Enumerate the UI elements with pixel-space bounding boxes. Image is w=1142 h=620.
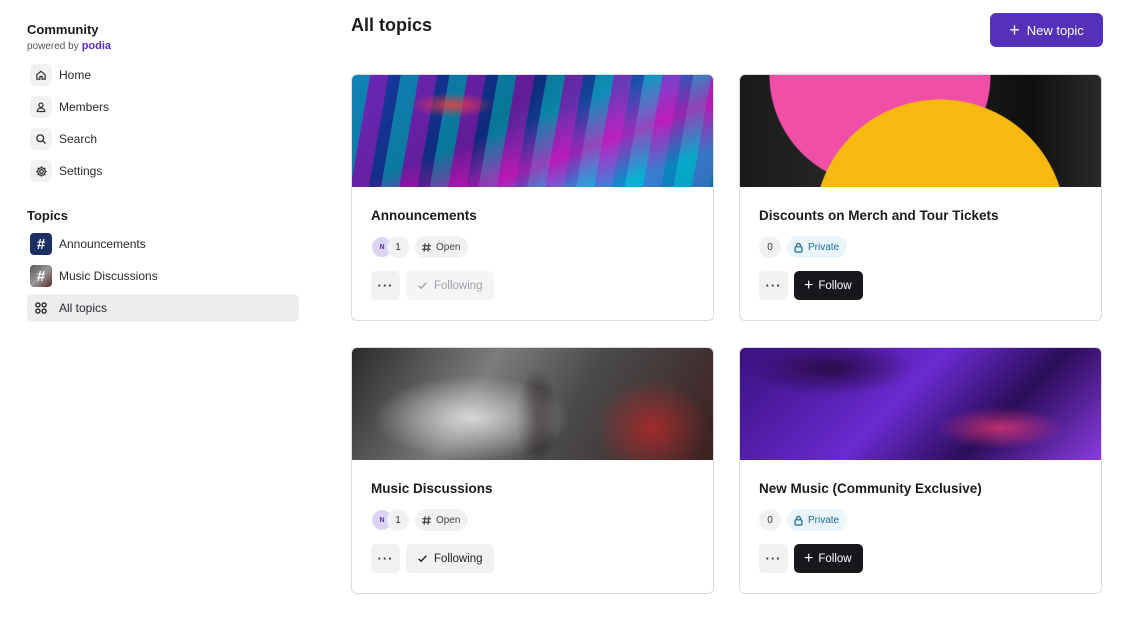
podia-logo[interactable]: podia (82, 40, 111, 52)
member-count: 0 (759, 236, 781, 258)
powered-by: powered by podia (27, 40, 299, 52)
topic-name[interactable]: New Music (Community Exclusive) (759, 481, 982, 496)
sidebar-topic-all-topics[interactable]: All topics (27, 294, 299, 322)
topic-card[interactable]: Announcements N 1 Open ··· Following (351, 74, 714, 321)
member-avatars: N 1 (371, 236, 409, 258)
plus-icon: + (804, 276, 814, 294)
new-topic-label: New topic (1026, 22, 1084, 38)
more-options-button[interactable]: ··· (759, 271, 788, 300)
check-icon (418, 282, 427, 290)
follow-label: Following (434, 279, 483, 292)
topic-card[interactable]: Music Discussions N 1 Open ··· Following (351, 347, 714, 594)
nav-item-search[interactable]: Search (27, 125, 299, 153)
nav-item-label: Settings (59, 164, 103, 178)
gear-icon (30, 160, 52, 182)
home-icon (30, 64, 52, 86)
topic-actions: ··· Following (371, 544, 494, 573)
check-icon (418, 555, 427, 563)
follow-label: Follow (818, 279, 852, 292)
hash-icon: # (30, 265, 52, 287)
plus-icon: + (1009, 20, 1020, 40)
topic-meta: N 1 Open (371, 509, 469, 531)
nav-item-label: Search (59, 132, 98, 146)
community-title: Community (27, 22, 99, 37)
topic-meta: 0 Private (759, 236, 848, 258)
member-count: 0 (759, 509, 781, 531)
topic-cover-image (352, 348, 713, 460)
more-options-button[interactable]: ··· (371, 271, 400, 300)
more-options-button[interactable]: ··· (371, 544, 400, 573)
sidebar-topic-music-discussions[interactable]: # Music Discussions (27, 262, 299, 290)
follow-label: Following (434, 552, 483, 565)
member-count: 1 (387, 236, 409, 258)
visibility-badge: Open (415, 236, 469, 258)
visibility-badge: Private (787, 236, 848, 258)
lock-icon (794, 515, 803, 526)
member-avatars: N 1 (371, 509, 409, 531)
lock-icon (794, 242, 803, 253)
topic-cover-image (740, 348, 1101, 460)
topic-card[interactable]: New Music (Community Exclusive) 0 Privat… (739, 347, 1102, 594)
more-options-button[interactable]: ··· (759, 544, 788, 573)
sidebar: Community powered by podia Home Members … (27, 22, 299, 326)
topic-label: Music Discussions (59, 269, 158, 283)
hash-icon (422, 242, 431, 252)
topic-meta: 0 Private (759, 509, 848, 531)
user-icon (30, 96, 52, 118)
following-button[interactable]: Following (406, 271, 494, 300)
sidebar-topic-announcements[interactable]: # Announcements (27, 230, 299, 258)
visibility-label: Open (436, 241, 461, 253)
topic-label: Announcements (59, 237, 146, 251)
topic-label: All topics (59, 301, 108, 315)
page-title: All topics (351, 15, 433, 35)
follow-button[interactable]: + Follow (794, 271, 863, 300)
topic-cover-image (740, 75, 1101, 187)
follow-label: Follow (818, 552, 852, 565)
nav-item-settings[interactable]: Settings (27, 157, 299, 185)
nav-item-home[interactable]: Home (27, 61, 299, 89)
following-button[interactable]: Following (406, 544, 494, 573)
topic-name[interactable]: Music Discussions (371, 481, 493, 496)
visibility-badge: Open (415, 509, 469, 531)
follow-button[interactable]: + Follow (794, 544, 863, 573)
topic-actions: ··· Following (371, 271, 494, 300)
hash-icon (422, 515, 431, 525)
topic-name[interactable]: Announcements (371, 208, 477, 223)
main-nav: Home Members Search Settings (27, 61, 299, 185)
member-count: 1 (387, 509, 409, 531)
topic-actions: ··· + Follow (759, 271, 863, 300)
topics-heading: Topics (27, 208, 68, 223)
search-icon (30, 128, 52, 150)
topic-meta: N 1 Open (371, 236, 469, 258)
visibility-label: Private (808, 241, 840, 253)
grid-icon (30, 297, 52, 319)
topic-actions: ··· + Follow (759, 544, 863, 573)
topic-name[interactable]: Discounts on Merch and Tour Tickets (759, 208, 999, 223)
nav-item-label: Home (59, 68, 92, 82)
visibility-label: Open (436, 514, 461, 526)
visibility-label: Private (808, 514, 840, 526)
hash-icon: # (30, 233, 52, 255)
topic-card[interactable]: Discounts on Merch and Tour Tickets 0 Pr… (739, 74, 1102, 321)
powered-by-label: powered by (27, 41, 79, 52)
topic-cover-image (352, 75, 713, 187)
visibility-badge: Private (787, 509, 848, 531)
nav-item-label: Members (59, 100, 110, 114)
new-topic-button[interactable]: + New topic (990, 13, 1103, 47)
plus-icon: + (804, 549, 814, 567)
nav-item-members[interactable]: Members (27, 93, 299, 121)
